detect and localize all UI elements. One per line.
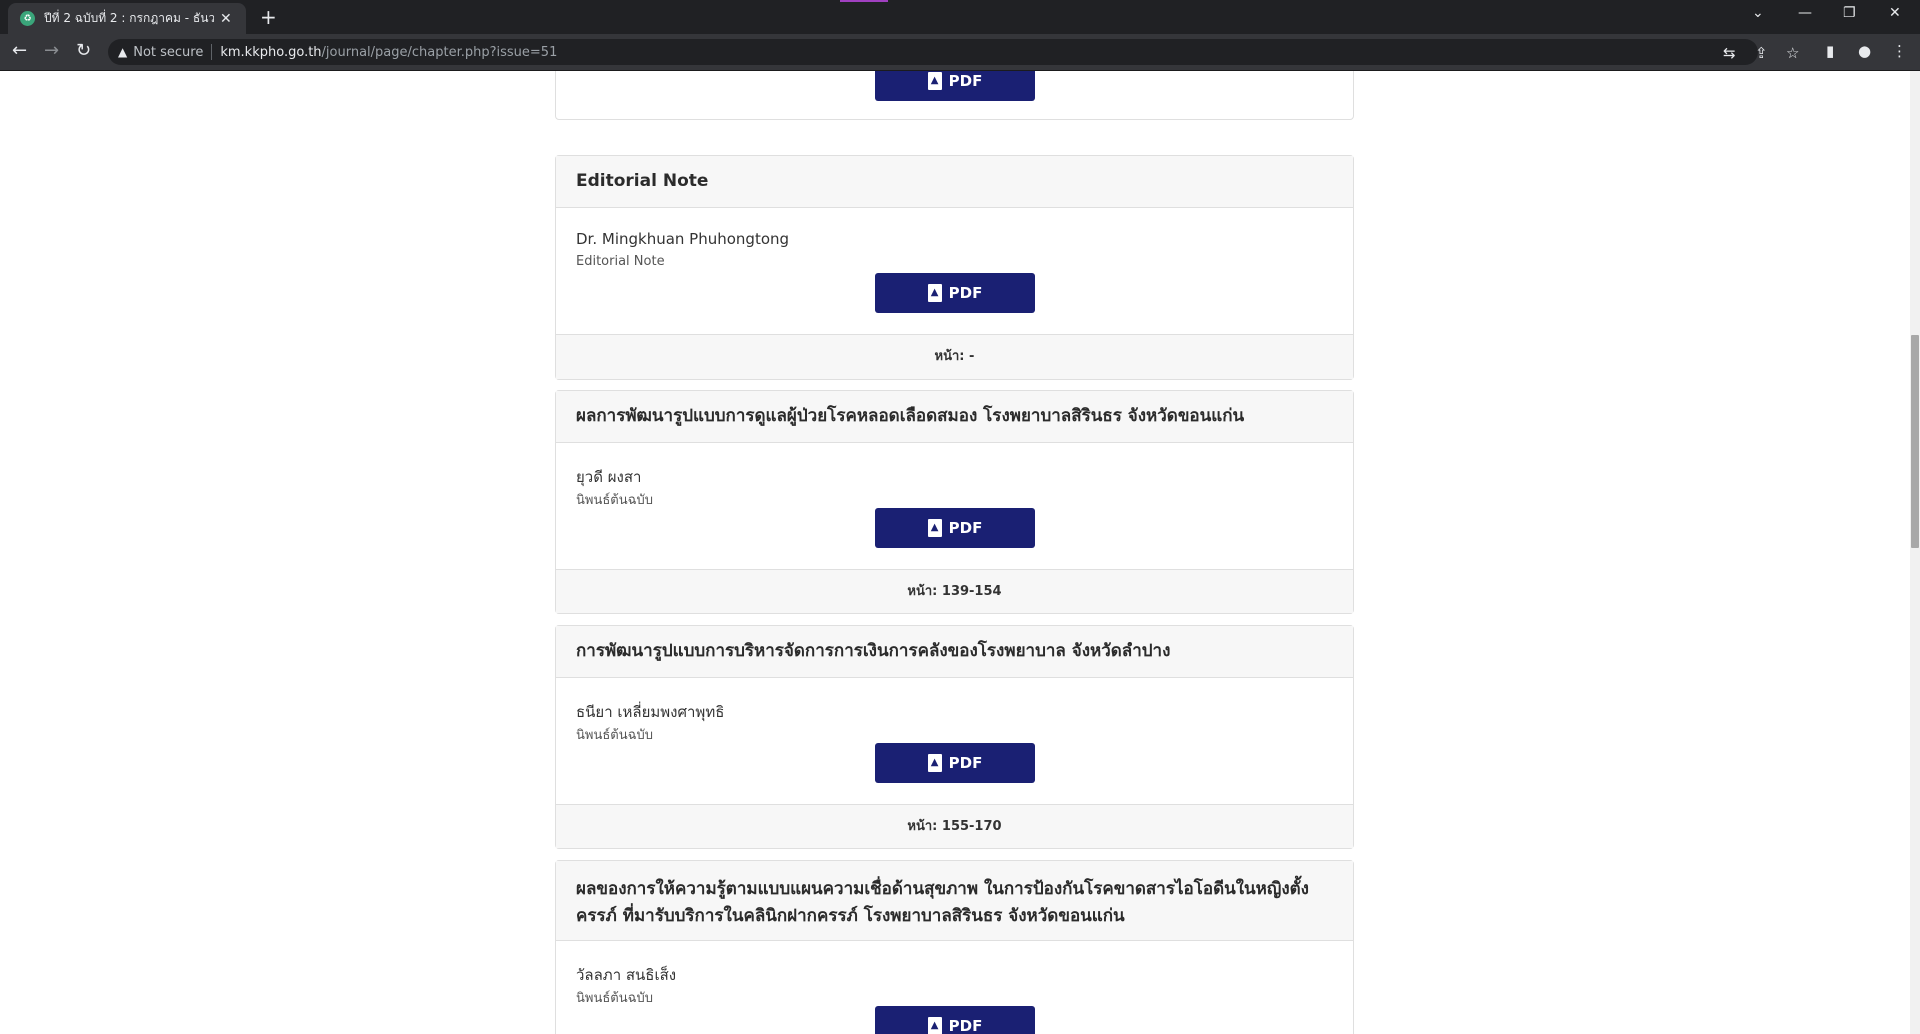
article-card: Editorial Note Dr. Mingkhuan Phuhongtong… — [555, 155, 1354, 380]
scrollbar-thumb[interactable] — [1911, 335, 1919, 548]
tab-title: ปีที่ 2 ฉบับที่ 2 : กรกฎาคม - ธันวาคม — [44, 11, 214, 25]
tab-search-icon[interactable]: ⌄ — [1752, 5, 1764, 21]
new-tab-icon[interactable]: + — [260, 5, 277, 29]
article-body: วัลลภา สนธิเส็ง นิพนธ์ต้นฉบับ ▲ PDF — [556, 941, 1353, 1034]
star-icon[interactable]: ☆ — [1786, 44, 1799, 62]
share-icon[interactable]: ⇪ — [1755, 44, 1768, 62]
article-header: ผลการพัฒนารูปแบบการดูแลผู้ป่วยโรคหลอดเลื… — [556, 391, 1353, 443]
browser-tab[interactable]: ♻ ปีที่ 2 ฉบับที่ 2 : กรกฎาคม - ธันวาคม … — [8, 3, 246, 34]
article-body: Dr. Mingkhuan Phuhongtong Editorial Note… — [556, 208, 1353, 334]
article-type: Editorial Note — [576, 254, 665, 269]
article-body: ยุวดี ผงสา นิพนธ์ต้นฉบับ ▲ PDF — [556, 443, 1353, 569]
article-pages: หน้า: 139-154 — [556, 569, 1353, 613]
site-favicon-icon: ♻ — [20, 11, 35, 26]
pdf-button[interactable]: ▲ PDF — [875, 71, 1035, 101]
restore-icon[interactable]: ❐ — [1843, 5, 1856, 21]
reload-icon[interactable]: ↻ — [76, 40, 91, 61]
minimize-icon[interactable]: — — [1798, 5, 1812, 21]
security-label[interactable]: Not secure — [133, 45, 203, 60]
article-header: ผลของการให้ความรู้ตามแบบแผนความเชื่อด้าน… — [556, 861, 1353, 941]
close-window-icon[interactable]: ✕ — [1889, 5, 1901, 21]
warning-icon[interactable]: ▲ — [118, 45, 127, 59]
article-card: ผลของการให้ความรู้ตามแบบแผนความเชื่อด้าน… — [555, 860, 1354, 1034]
pdf-button-label: PDF — [948, 519, 983, 537]
article-author: ธนียา เหลี่ยมพงศาพุทธิ — [576, 703, 725, 721]
article-card: ▲ PDF — [555, 71, 1354, 120]
page-scrollbar[interactable] — [1910, 71, 1920, 1034]
close-tab-icon[interactable]: ✕ — [220, 11, 232, 27]
article-title[interactable]: การพัฒนารูปแบบการบริหารจัดการการเงินการค… — [576, 638, 1170, 665]
article-title[interactable]: ผลการพัฒนารูปแบบการดูแลผู้ป่วยโรคหลอดเลื… — [576, 403, 1244, 430]
pdf-button[interactable]: ▲ PDF — [875, 1006, 1035, 1034]
pdf-icon: ▲ — [927, 754, 942, 772]
back-icon[interactable]: ← — [12, 40, 27, 61]
article-header: การพัฒนารูปแบบการบริหารจัดการการเงินการค… — [556, 626, 1353, 678]
pdf-button-label: PDF — [948, 1017, 983, 1034]
address-bar[interactable]: ▲ Not secure km.kkpho.go.th/journal/page… — [108, 39, 1799, 65]
page-viewport: ▲ PDF Editorial Note Dr. Mingkhuan Phuho… — [0, 71, 1920, 1034]
article-body: ธนียา เหลี่ยมพงศาพุทธิ นิพนธ์ต้นฉบับ ▲ P… — [556, 678, 1353, 804]
browser-toolbar: ← → ↻ ▲ Not secure km.kkpho.go.th/journa… — [0, 34, 1920, 71]
article-card: ผลการพัฒนารูปแบบการดูแลผู้ป่วยโรคหลอดเลื… — [555, 390, 1354, 614]
forward-icon[interactable]: → — [44, 40, 59, 61]
pdf-button[interactable]: ▲ PDF — [875, 273, 1035, 313]
article-title[interactable]: Editorial Note — [576, 168, 708, 195]
pdf-button-label: PDF — [948, 284, 983, 302]
article-pages: หน้า: 155-170 — [556, 804, 1353, 848]
translate-icon[interactable]: ⇆ — [1723, 44, 1736, 62]
pdf-button[interactable]: ▲ PDF — [875, 743, 1035, 783]
profile-icon[interactable]: ● — [1858, 42, 1871, 60]
article-author: Dr. Mingkhuan Phuhongtong — [576, 230, 790, 248]
url-path[interactable]: /journal/page/chapter.php?issue=51 — [322, 45, 558, 60]
article-card: การพัฒนารูปแบบการบริหารจัดการการเงินการค… — [555, 625, 1354, 849]
menu-icon[interactable]: ⋮ — [1892, 42, 1907, 60]
sidepanel-icon[interactable]: ▮ — [1826, 42, 1834, 60]
pdf-button[interactable]: ▲ PDF — [875, 508, 1035, 548]
article-type: นิพนธ์ต้นฉบับ — [576, 728, 653, 743]
article-type: นิพนธ์ต้นฉบับ — [576, 991, 653, 1006]
article-header: Editorial Note — [556, 156, 1353, 208]
article-author: ยุวดี ผงสา — [576, 468, 642, 486]
pdf-icon: ▲ — [927, 519, 942, 537]
pdf-icon: ▲ — [927, 1017, 942, 1034]
pdf-button-label: PDF — [948, 754, 983, 772]
pdf-icon: ▲ — [927, 284, 942, 302]
omnibox-divider — [211, 44, 213, 60]
pdf-button-label: PDF — [948, 72, 983, 90]
tab-strip: ♻ ปีที่ 2 ฉบับที่ 2 : กรกฎาคม - ธันวาคม … — [0, 0, 1920, 34]
article-author: วัลลภา สนธิเส็ง — [576, 966, 677, 984]
article-pages: หน้า: - — [556, 334, 1353, 379]
pdf-icon: ▲ — [927, 72, 942, 90]
article-type: นิพนธ์ต้นฉบับ — [576, 493, 653, 508]
tab-strip-accent — [840, 0, 888, 2]
article-title[interactable]: ผลของการให้ความรู้ตามแบบแผนความเชื่อด้าน… — [576, 876, 1333, 930]
url-host[interactable]: km.kkpho.go.th — [220, 45, 321, 60]
